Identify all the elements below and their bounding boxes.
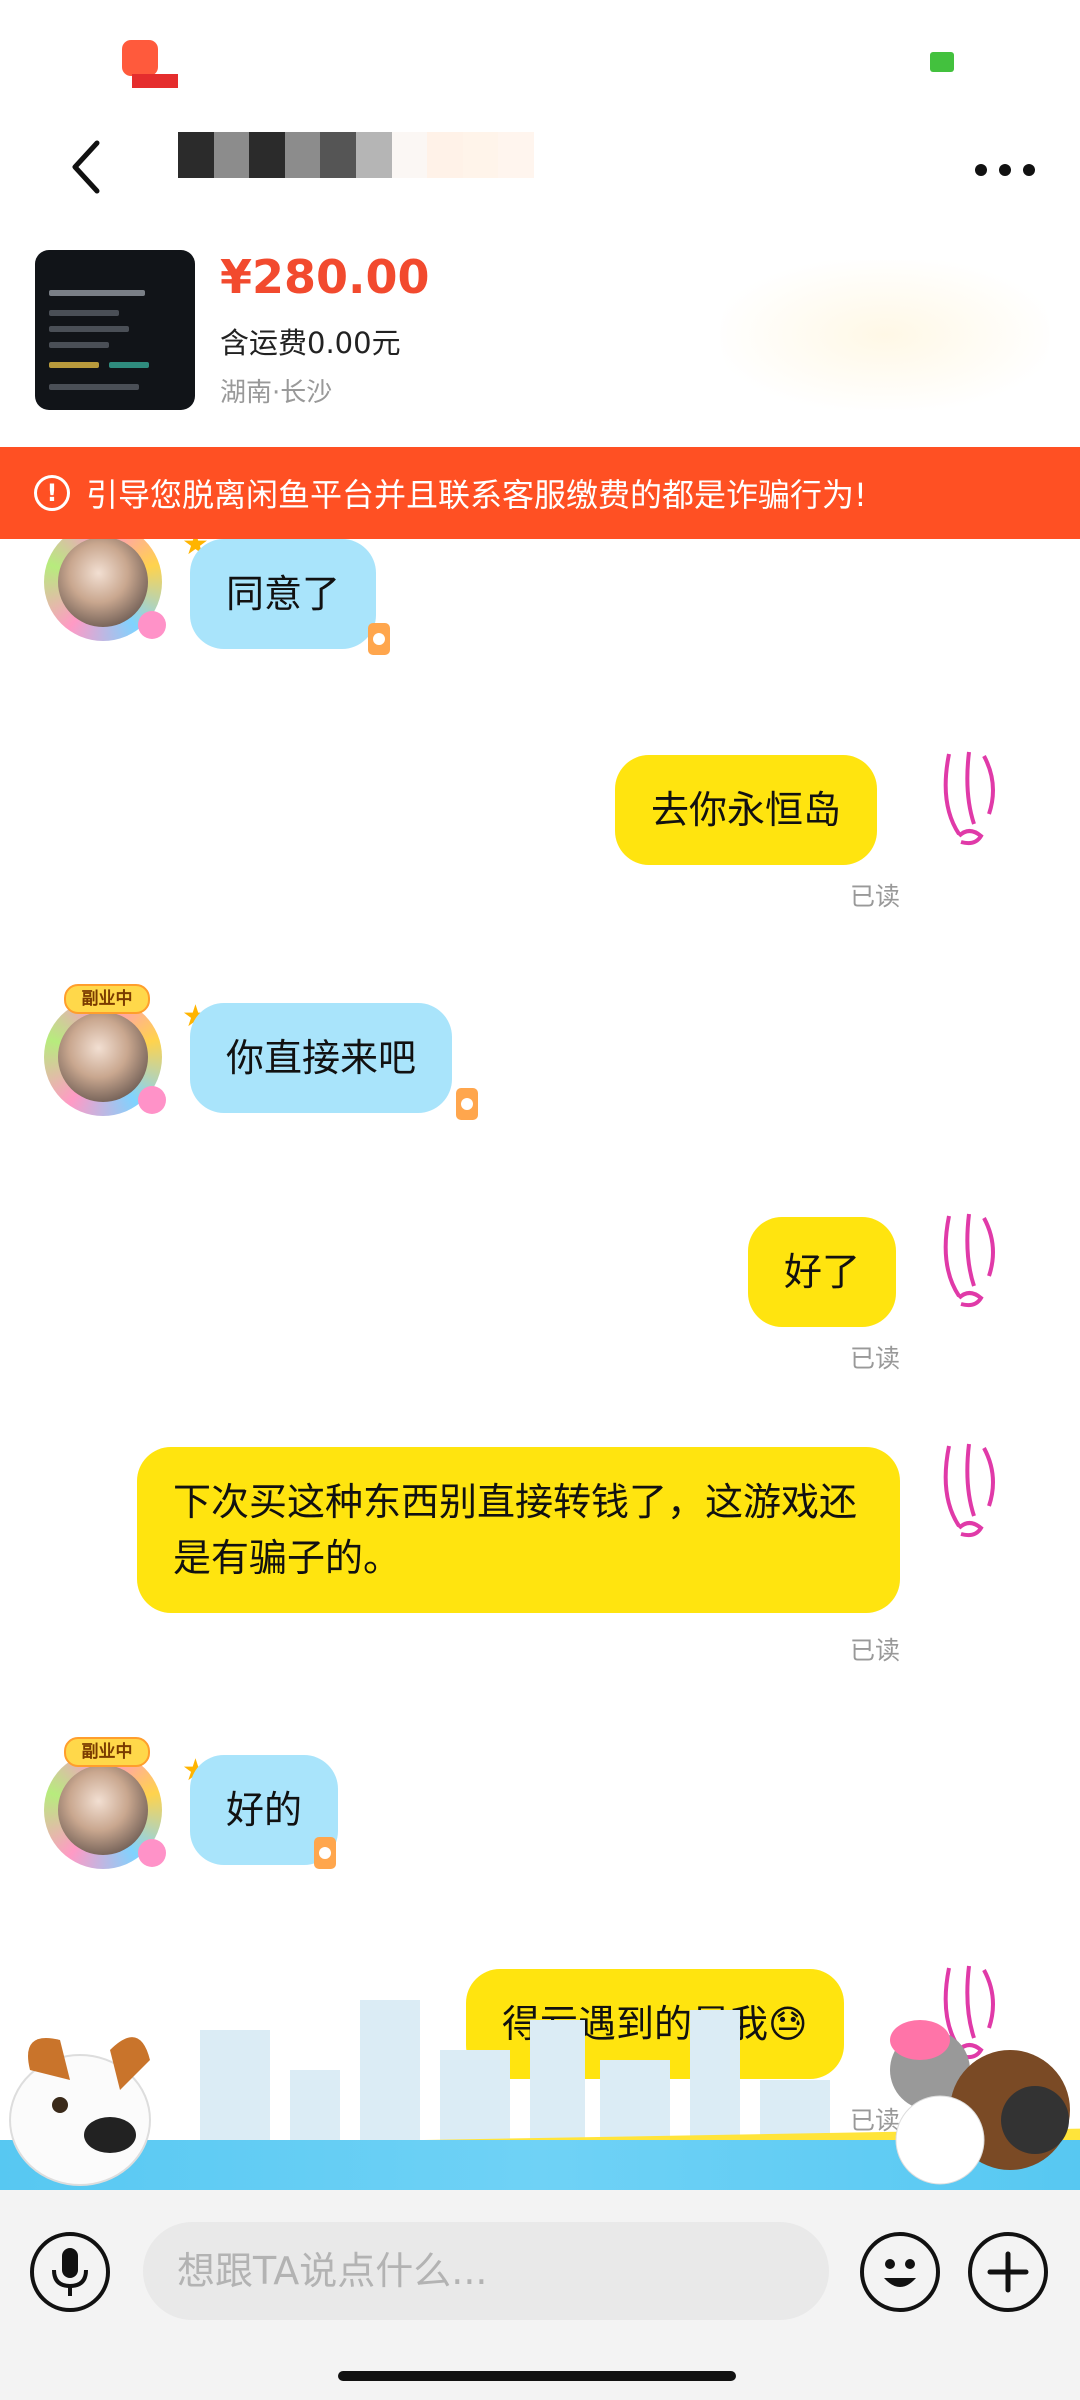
- redacted-area: [720, 260, 1050, 410]
- my-avatar[interactable]: [924, 1431, 1034, 1551]
- my-avatar[interactable]: [924, 739, 1034, 859]
- chat-theme-banner: [0, 1950, 1080, 2190]
- message-bubble-incoming[interactable]: 你直接来吧: [190, 1003, 453, 1113]
- nav-bar: [0, 110, 1080, 230]
- read-status: 已读: [849, 1344, 900, 1373]
- voice-button[interactable]: [30, 2232, 110, 2312]
- back-button[interactable]: [40, 122, 130, 212]
- warning-text: 引导您脱离闲鱼平台并且联系客服缴费的都是诈骗行为!: [86, 476, 867, 514]
- contact-name-redacted: [178, 132, 534, 178]
- message-bubble-outgoing[interactable]: 好了: [748, 1217, 897, 1327]
- avatar-badge: 副业中: [64, 984, 150, 1014]
- plus-icon: [987, 2251, 1029, 2293]
- chevron-left-icon: [72, 140, 100, 194]
- message-input[interactable]: [143, 2222, 829, 2320]
- read-status: 已读: [849, 882, 900, 911]
- product-thumbnail[interactable]: [35, 250, 195, 410]
- product-card[interactable]: ¥280.00 含运费0.00元 湖南·长沙: [0, 230, 1080, 445]
- avatar-scribble-icon: [943, 1443, 995, 1538]
- chat-list[interactable]: 副业中 ★ 同意了 去你永恒岛 已读 副业中 ★ 你直接来吧 好了 已读 下次买…: [0, 539, 1080, 2189]
- seller-avatar[interactable]: 副业中: [38, 984, 170, 1116]
- microphone-icon: [52, 2248, 88, 2296]
- more-button[interactable]: [960, 125, 1050, 215]
- my-avatar[interactable]: [924, 1201, 1034, 1321]
- message-bubble-outgoing[interactable]: 去你永恒岛: [615, 755, 878, 865]
- avatar-scribble-icon: [943, 751, 995, 846]
- dog-mascot-icon: [9, 2037, 151, 2186]
- pets-mascot-icon: [890, 2020, 1070, 2185]
- message-bubble-incoming[interactable]: 同意了: [190, 539, 377, 649]
- alert-circle-icon: !: [34, 475, 70, 511]
- avatar-scribble-icon: [943, 1213, 995, 1308]
- message-bubble-outgoing[interactable]: 下次买这种东西别直接转钱了，这游戏还是有骗子的。: [137, 1447, 900, 1613]
- pet-food-icon: [456, 1088, 478, 1120]
- notification-tag: [132, 74, 178, 88]
- smile-icon: [884, 2259, 916, 2287]
- battery-icon: [930, 52, 954, 72]
- input-bar: [0, 2190, 1080, 2400]
- fraud-warning-banner: ! 引导您脱离闲鱼平台并且联系客服缴费的都是诈骗行为!: [0, 447, 1080, 539]
- app-notification-icon: [122, 40, 158, 76]
- product-location: 湖南·长沙: [220, 378, 333, 408]
- seller-avatar[interactable]: 副业中: [38, 539, 170, 641]
- pet-food-icon: [368, 623, 390, 655]
- emoji-button[interactable]: [860, 2232, 940, 2312]
- shipping-fee: 含运费0.00元: [220, 326, 401, 360]
- plus-button[interactable]: [968, 2232, 1048, 2312]
- seller-avatar[interactable]: 副业中: [38, 1737, 170, 1869]
- pet-food-icon: [314, 1837, 336, 1869]
- read-status: 已读: [849, 1636, 900, 1665]
- product-price: ¥280.00: [220, 250, 430, 304]
- avatar-badge: 副业中: [64, 1737, 150, 1767]
- home-indicator[interactable]: [338, 2371, 736, 2381]
- status-bar: [0, 0, 1080, 110]
- more-dots-icon: [975, 164, 1035, 176]
